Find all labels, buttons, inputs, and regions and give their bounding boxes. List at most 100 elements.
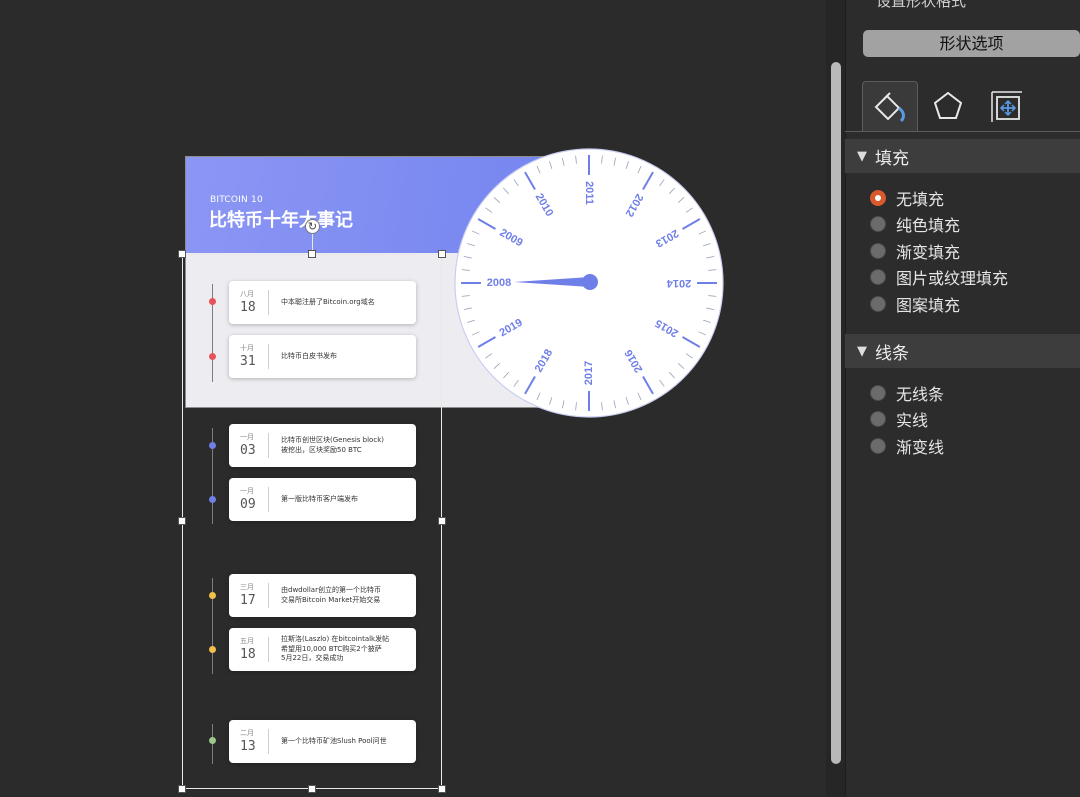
radio-no-fill[interactable]: 无填充 [870, 186, 944, 210]
event-divider [268, 344, 269, 369]
section-fill-header[interactable]: ▼ 填充 [845, 139, 1080, 173]
radio-label: 图片或纹理填充 [896, 269, 1009, 288]
event-day: 18 [240, 647, 256, 662]
event-description: 比特币创世区块(Genesis block) 被挖出，区块奖励50 BTC [281, 436, 384, 454]
radio-label: 渐变填充 [896, 243, 961, 262]
event-month: 一月 [240, 487, 254, 495]
timeline-dot [209, 496, 216, 503]
radio-label: 图案填充 [896, 296, 961, 315]
event-month: 八月 [240, 290, 254, 298]
event-month: 三月 [240, 583, 254, 591]
section-fill-title: 填充 [875, 148, 909, 169]
event-day: 31 [240, 354, 256, 369]
event-day: 13 [240, 739, 256, 754]
timeline-dot [209, 646, 216, 653]
radio-gradient-fill[interactable]: 渐变填充 [870, 239, 960, 263]
rotate-handle-icon[interactable]: ↻ [305, 219, 320, 234]
timeline-dot [209, 592, 216, 599]
event-description: 拉斯洛(Laszlo) 在bitcointalk发帖 希望用10,000 BTC… [281, 635, 390, 663]
event-description: 比特币白皮书发布 [281, 351, 337, 360]
slide-title[interactable]: 比特币十年大事记 [209, 206, 353, 232]
timeline-dot [209, 298, 216, 305]
resize-handle-top[interactable] [308, 250, 316, 258]
radio-gradient-line[interactable]: 渐变线 [870, 434, 944, 458]
event-month: 一月 [240, 433, 254, 441]
year-dial[interactable]: 2008 2009 2010 2011 2012 2013 2014 2015 2016 2017… [452, 146, 726, 420]
event-month: 五月 [240, 637, 254, 645]
effects-pentagon-icon [933, 91, 963, 119]
radio-button[interactable] [870, 385, 886, 401]
timeline-event-card[interactable]: 一月 03 比特币创世区块(Genesis block) 被挖出，区块奖励50 … [229, 424, 416, 467]
timeline-event-card[interactable]: 三月 17 由dwdollar创立的第一个比特币 交易所Bitcoin Mark… [229, 574, 416, 617]
radio-button[interactable] [870, 216, 886, 232]
scrollbar-thumb[interactable] [831, 62, 841, 764]
resize-handle-right[interactable] [438, 517, 446, 525]
tab-fill-line[interactable] [862, 81, 918, 131]
event-divider [268, 290, 269, 315]
event-day: 17 [240, 593, 256, 608]
radio-label: 渐变线 [896, 438, 945, 457]
dial-year-label: 2011 [583, 181, 595, 205]
timeline-event-card[interactable]: 十月 31 比特币白皮书发布 [229, 335, 416, 378]
event-divider [268, 487, 269, 512]
event-description: 由dwdollar创立的第一个比特币 交易所Bitcoin Market开始交易 [281, 586, 381, 604]
event-divider [268, 637, 269, 662]
event-day: 03 [240, 443, 256, 458]
tab-divider [845, 131, 1080, 132]
radio-solid-line[interactable]: 实线 [870, 407, 928, 431]
shape-options-button[interactable]: 形状选项 [863, 30, 1080, 57]
panel-title: 设置形状格式 [876, 0, 967, 10]
resize-handle-left[interactable] [178, 517, 186, 525]
resize-handle-bottom-right[interactable] [438, 785, 446, 793]
radio-no-line[interactable]: 无线条 [870, 381, 944, 405]
event-month: 二月 [240, 729, 254, 737]
radio-label: 纯色填充 [896, 216, 961, 235]
radio-label: 实线 [896, 411, 929, 430]
event-description: 第一个比特币矿池Slush Pool问世 [281, 736, 387, 745]
event-divider [268, 583, 269, 608]
slide-brand-label: BITCOIN 10 [210, 195, 263, 205]
year-dial-graphic: 200820092010 2011 201220132014201520162017… [454, 148, 724, 418]
dial-hub [582, 274, 598, 290]
event-divider [268, 729, 269, 754]
radio-pattern-fill[interactable]: 图案填充 [870, 292, 960, 316]
section-line-header[interactable]: ▼ 线条 [845, 334, 1080, 368]
resize-handle-bottom[interactable] [308, 785, 316, 793]
section-line-title: 线条 [875, 343, 909, 364]
timeline-dot [209, 353, 216, 360]
timeline-dot [209, 737, 216, 744]
resize-handle-top-left[interactable] [178, 250, 186, 258]
resize-handle-top-right[interactable] [438, 250, 446, 258]
event-description: 中本聪注册了Bitcoin.org域名 [281, 297, 375, 306]
radio-button[interactable] [870, 269, 886, 285]
radio-solid-fill[interactable]: 纯色填充 [870, 212, 960, 236]
radio-label: 无线条 [896, 385, 945, 404]
dial-year-label: 2008 [487, 277, 511, 289]
radio-button[interactable] [870, 438, 886, 454]
size-properties-icon [991, 91, 1022, 122]
radio-button[interactable] [870, 243, 886, 259]
radio-label: 无填充 [896, 190, 945, 209]
tab-size-properties[interactable] [978, 81, 1034, 131]
radio-picture-fill[interactable]: 图片或纹理填充 [870, 265, 1008, 289]
event-day: 09 [240, 497, 256, 512]
timeline-dot [209, 442, 216, 449]
timeline-event-card[interactable]: 一月 09 第一版比特币客户端发布 [229, 478, 416, 521]
event-day: 18 [240, 300, 256, 315]
dial-year-label: 2014 [666, 277, 691, 289]
chevron-down-icon: ▼ [857, 343, 867, 359]
timeline-event-card[interactable]: 五月 18 拉斯洛(Laszlo) 在bitcointalk发帖 希望用10,0… [229, 628, 416, 671]
event-month: 十月 [240, 344, 254, 352]
timeline-event-card[interactable]: 八月 18 中本聪注册了Bitcoin.org域名 [229, 281, 416, 324]
chevron-down-icon: ▼ [857, 148, 867, 164]
radio-button[interactable] [870, 411, 886, 427]
tab-effects[interactable] [920, 81, 976, 131]
event-divider [268, 433, 269, 458]
timeline-line [212, 724, 213, 764]
timeline-event-card[interactable]: 二月 13 第一个比特币矿池Slush Pool问世 [229, 720, 416, 763]
fill-line-icon [874, 91, 905, 122]
radio-button[interactable] [870, 296, 886, 312]
resize-handle-bottom-left[interactable] [178, 785, 186, 793]
radio-button[interactable] [870, 190, 886, 206]
event-description: 第一版比特币客户端发布 [281, 494, 358, 503]
